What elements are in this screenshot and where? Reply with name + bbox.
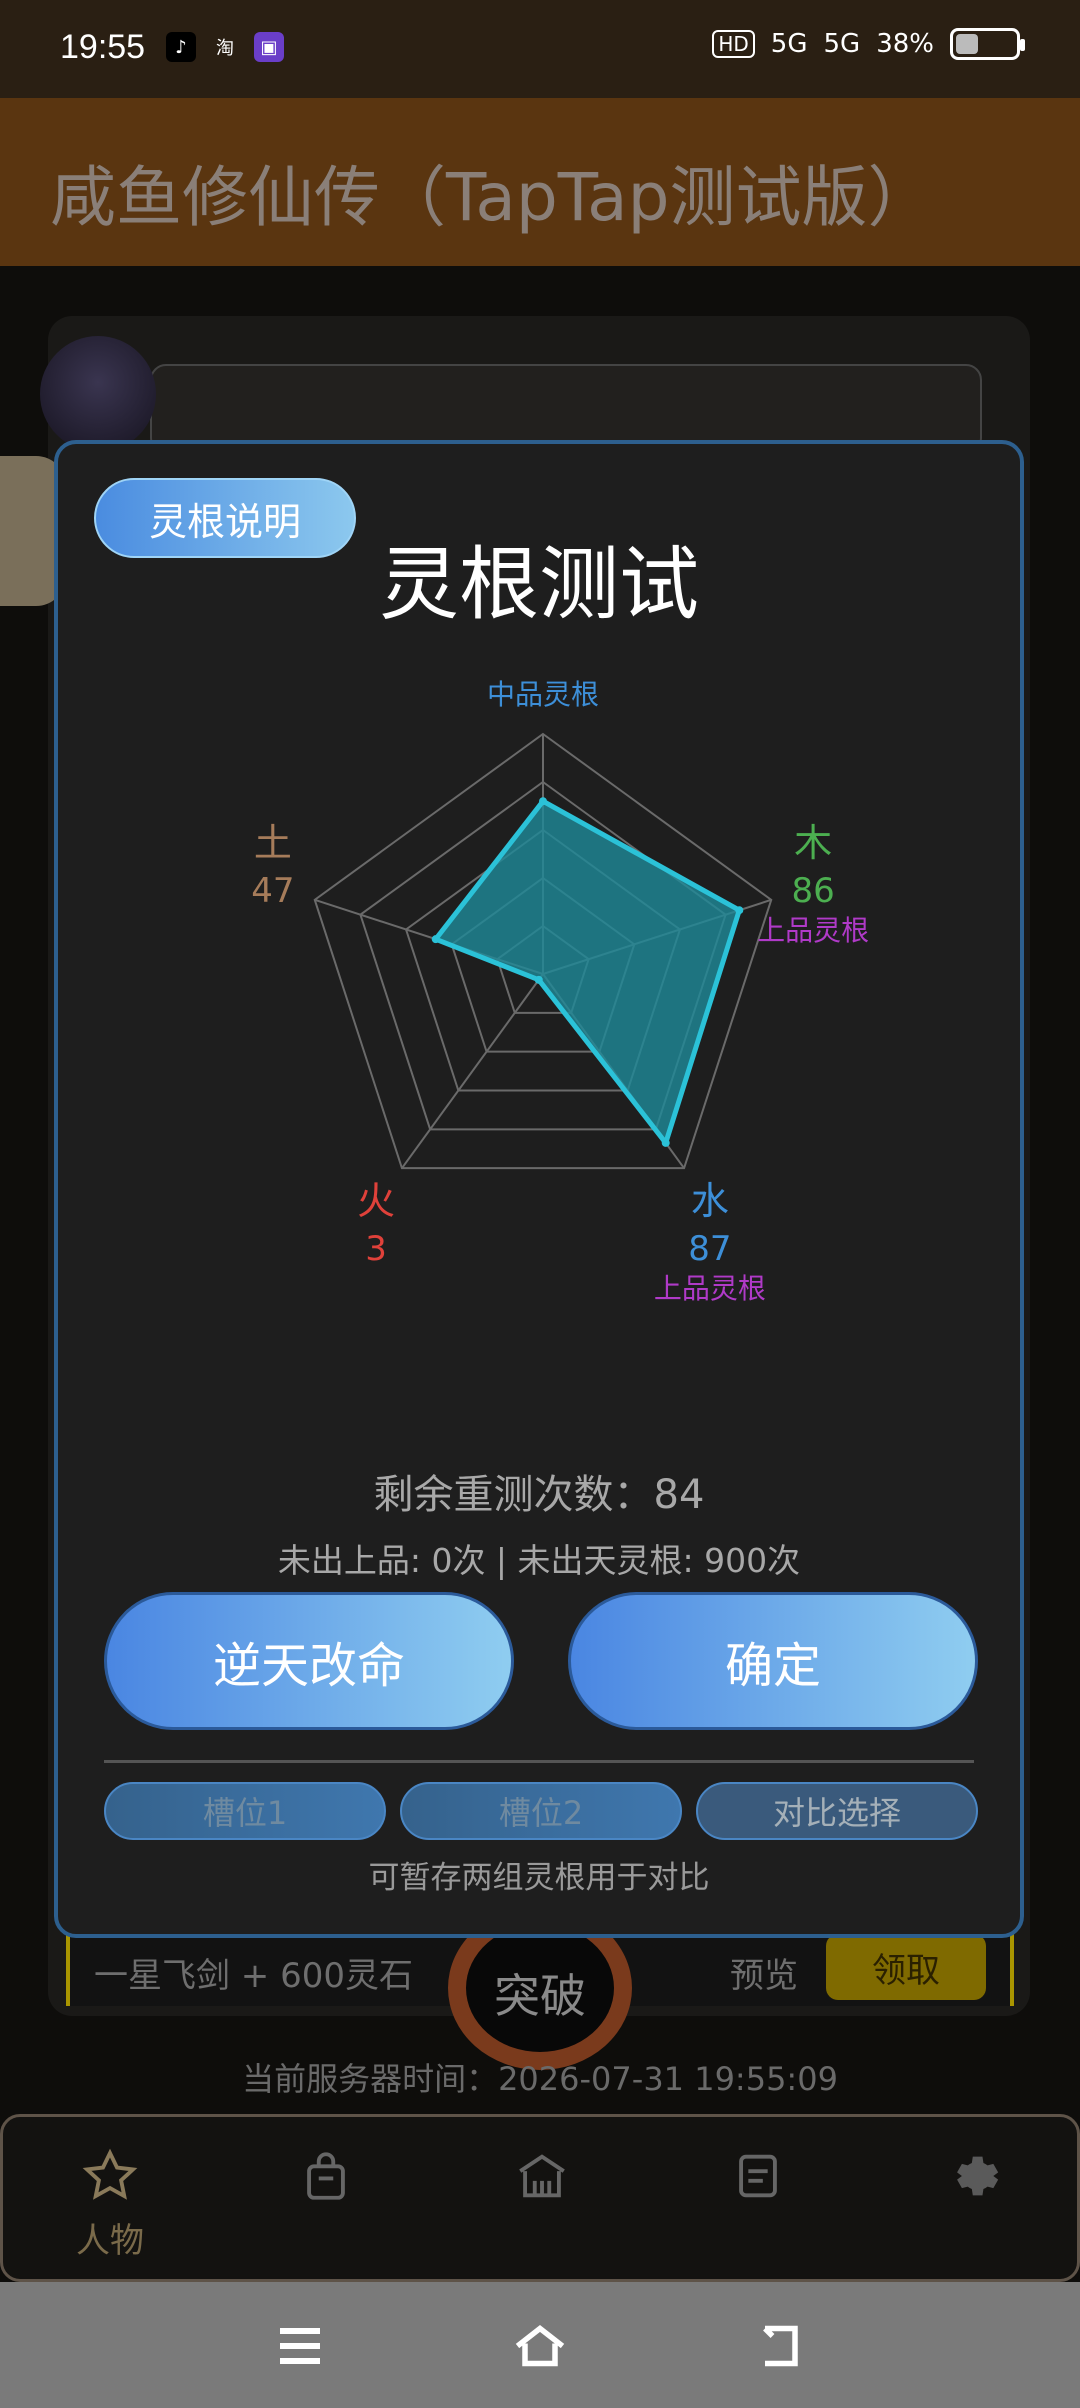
radar-grade-label-2: 上品灵根	[654, 1272, 766, 1305]
status-bar: 19:55 ♪ 淘 ▣ HD 5G 5G 38%	[0, 0, 1080, 98]
radar-value-label-2: 87	[688, 1229, 731, 1269]
nav-item-sect[interactable]	[487, 2147, 597, 2209]
radar-point-2	[661, 1138, 670, 1147]
radar-value-label-3: 3	[365, 1229, 387, 1269]
pity-stats: 未出上品: 0次 | 未出天灵根: 900次	[277, 1541, 801, 1580]
status-time: 19:55	[60, 28, 146, 66]
radar-axis-label-4: 土	[254, 821, 292, 865]
radar-axis-label-3: 火	[357, 1179, 395, 1223]
reward-text: 一星飞剑 + 600灵石	[94, 1956, 413, 1996]
star-icon	[82, 2148, 138, 2200]
document-icon	[739, 2154, 777, 2198]
bag-icon	[307, 2152, 345, 2200]
nav-item-tasks[interactable]	[703, 2147, 813, 2209]
radar-grade-label-1: 上品灵根	[757, 914, 869, 947]
nav-item-character[interactable]: 人物	[55, 2147, 165, 2262]
radar-point-4	[431, 935, 440, 944]
nav-item-settings[interactable]	[919, 2147, 1029, 2209]
radar-point-3	[534, 975, 543, 984]
radar-data-polygon	[433, 798, 742, 1146]
reroll-button[interactable]: 逆天改命	[104, 1592, 514, 1730]
battery-fill	[956, 34, 979, 54]
temple-icon	[519, 2154, 565, 2198]
app-title: 咸鱼修仙传（TapTap测试版）	[50, 159, 934, 236]
confirm-button[interactable]: 确定	[568, 1592, 978, 1730]
signal-5g-icon-2: 5G	[823, 29, 861, 59]
breakthrough-label: 突破	[494, 1969, 586, 2023]
spirit-root-radar-chart: 金72中品灵根木86上品灵根水87上品灵根火3土47	[251, 674, 869, 1305]
system-nav-bar	[0, 2282, 1080, 2408]
battery-percent: 38%	[876, 29, 934, 59]
battery-icon	[950, 28, 1025, 60]
bottom-nav: 人物	[0, 2114, 1080, 2282]
radar-point-0	[539, 797, 547, 806]
tiktok-icon: ♪	[166, 32, 196, 62]
hd-icon: HD	[712, 30, 755, 58]
back-icon[interactable]	[750, 2316, 810, 2376]
menu-icon[interactable]	[270, 2316, 330, 2376]
app-icon: ▣	[254, 32, 284, 62]
app-header: 咸鱼修仙传（TapTap测试版）	[0, 98, 1080, 266]
home-icon[interactable]	[510, 2316, 570, 2376]
slot-2-button[interactable]: 槽位2	[400, 1782, 682, 1840]
slot-1-button[interactable]: 槽位1	[104, 1782, 386, 1840]
radar-grade-label-0: 中品灵根	[487, 678, 599, 711]
radar-value-label-4: 47	[251, 871, 294, 911]
divider	[104, 1760, 974, 1763]
avatar[interactable]	[40, 336, 156, 452]
claim-button[interactable]: 领取	[826, 1934, 986, 2000]
radar-value-label-1: 86	[791, 871, 834, 911]
nav-label-character: 人物	[76, 2221, 144, 2261]
server-time: 当前服务器时间：2026-07-31 19:55:09	[242, 2060, 838, 2098]
spirit-root-dialog: 灵根说明 灵根测试 金72中品灵根木86上品灵根水87上品灵根火3土47 剩余重…	[54, 440, 1024, 1938]
radar-spoke-3	[401, 973, 544, 1169]
preview-link[interactable]: 预览	[730, 1948, 798, 1997]
slot-hint: 可暂存两组灵根用于对比	[368, 1860, 710, 1896]
remaining-retests: 剩余重测次数：84	[373, 1472, 705, 1518]
gear-icon	[957, 2156, 999, 2196]
radar-axis-label-1: 木	[794, 821, 832, 865]
taobao-icon: 淘	[216, 38, 234, 59]
compare-select-button[interactable]: 对比选择	[696, 1782, 978, 1840]
nav-item-bag[interactable]	[271, 2147, 381, 2209]
radar-axis-label-2: 水	[691, 1179, 729, 1223]
dialog-title: 灵根测试	[379, 538, 699, 631]
radar-value-label-0: 72	[521, 674, 564, 675]
radar-point-1	[735, 906, 744, 915]
signal-5g-icon: 5G	[770, 29, 808, 59]
